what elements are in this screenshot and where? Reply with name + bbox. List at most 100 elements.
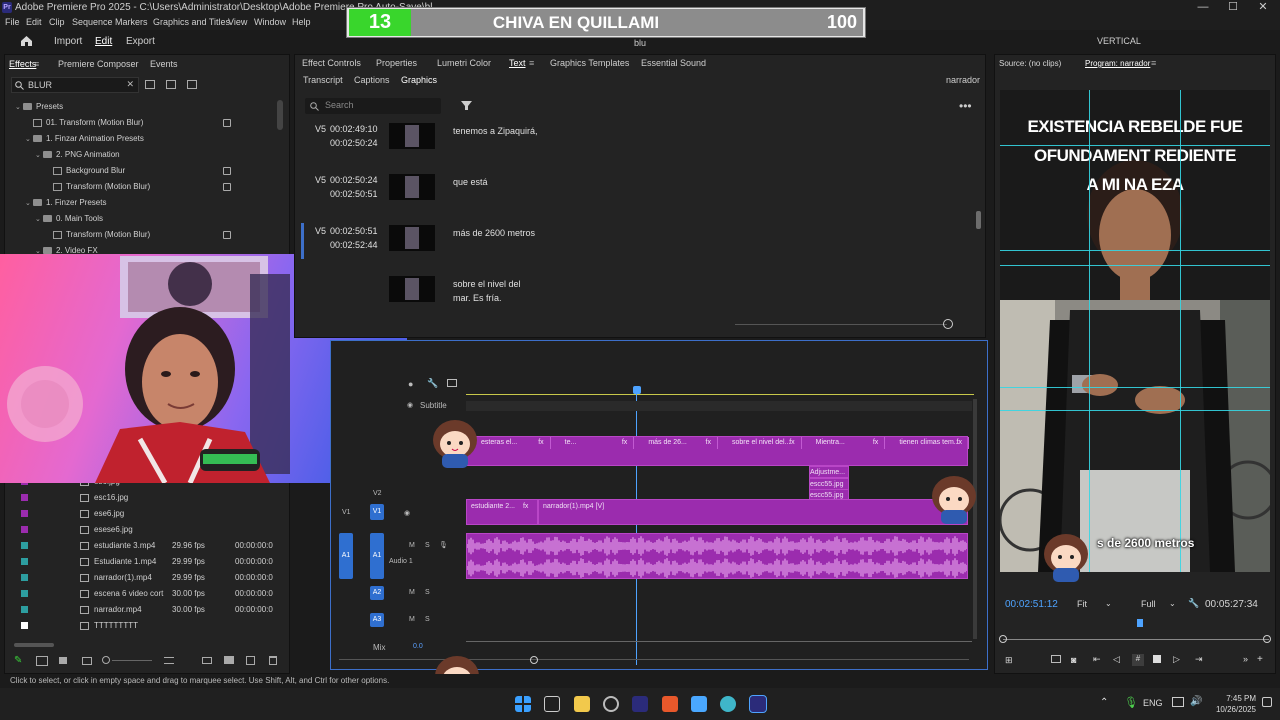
timeline-zoom-handle[interactable] xyxy=(530,656,538,664)
caption-out-time[interactable]: 00:02:50:51 xyxy=(330,189,378,199)
mute-a2-button[interactable]: M xyxy=(409,589,415,596)
layout-label[interactable]: VERTICAL xyxy=(1097,36,1141,46)
step-forward-icon[interactable]: ▷ xyxy=(1173,654,1180,665)
step-back-icon[interactable]: ◁ xyxy=(1113,654,1120,665)
wrench-icon[interactable]: 🔧 xyxy=(1188,598,1199,609)
32bit-effects-icon[interactable] xyxy=(166,80,176,89)
brave-browser-icon[interactable] xyxy=(662,696,678,712)
caption-row[interactable]: V5 00:02:50:51 00:02:52:44 más de 2600 metr… xyxy=(301,223,973,269)
menu-clip[interactable]: Clip xyxy=(49,17,65,27)
menu-markers[interactable]: Markers xyxy=(115,17,148,27)
fit-dropdown[interactable]: Fit xyxy=(1077,599,1087,609)
effects-tree-row[interactable]: Transform (Motion Blur) xyxy=(45,180,150,194)
caption-clip[interactable]: te... fx xyxy=(551,437,635,449)
caption-text[interactable]: sobre el nivel del mar. Es fría. xyxy=(453,277,521,305)
clear-search-icon[interactable]: ✕ xyxy=(126,79,134,90)
settings-icon[interactable]: ⊞ xyxy=(1005,655,1013,666)
minimize-button[interactable]: — xyxy=(1188,0,1218,16)
solo-a2-button[interactable]: S xyxy=(425,589,430,596)
guides-icon[interactable]: # xyxy=(1132,654,1144,666)
sort-icon[interactable] xyxy=(164,657,174,664)
label-color-swatch[interactable] xyxy=(21,526,28,533)
project-item-row[interactable]: TTTTTTTTT xyxy=(4,618,284,634)
notepad-icon[interactable] xyxy=(691,696,707,712)
task-view-icon[interactable] xyxy=(544,696,560,712)
v1-clip-estudiante[interactable]: estudiante 2... fx xyxy=(466,499,538,525)
project-item-row[interactable]: esese6.jpg xyxy=(4,522,284,538)
project-item-row[interactable]: ese6.jpg xyxy=(4,506,284,522)
chevron-up-icon[interactable]: ⌃ xyxy=(1100,697,1108,708)
eye-icon[interactable]: ◉ xyxy=(407,401,413,409)
caption-text[interactable]: que está xyxy=(453,175,488,189)
tab-essential-sound[interactable]: Essential Sound xyxy=(641,58,706,68)
tab-effect-controls[interactable]: Effect Controls xyxy=(302,58,361,68)
clock-time[interactable]: 7:45 PM xyxy=(1212,694,1256,703)
caption-clip-track[interactable]: esteras el... fx te... fx más de 26... fx sobr… xyxy=(466,436,969,466)
caption-search-field[interactable]: Search xyxy=(305,98,441,114)
caption-in-time[interactable]: 00:02:50:24 xyxy=(330,175,378,185)
clock-date[interactable]: 10/26/2025 xyxy=(1210,705,1256,714)
automate-icon[interactable] xyxy=(202,657,212,664)
tab-premiere-composer[interactable]: Premiere Composer xyxy=(58,59,139,69)
caption-in-time[interactable]: 00:02:50:51 xyxy=(330,226,378,236)
go-to-in-icon[interactable]: ⇤ xyxy=(1093,654,1101,665)
settings-app-icon[interactable] xyxy=(603,696,619,712)
add-button-icon[interactable]: + xyxy=(1257,654,1263,665)
monitor-scrubber[interactable] xyxy=(1003,639,1269,640)
windows-start-icon[interactable] xyxy=(515,696,531,712)
timeline-scroll-track[interactable] xyxy=(466,641,972,642)
caption-text[interactable]: más de 2600 metros xyxy=(453,226,535,240)
time-ruler[interactable] xyxy=(466,385,974,395)
effects-tree-row[interactable]: ⌄ 0. Main Tools xyxy=(35,212,103,226)
scrubber-start-handle[interactable] xyxy=(999,635,1007,643)
monitor-playhead[interactable] xyxy=(1137,619,1143,627)
label-color-swatch[interactable] xyxy=(21,494,28,501)
tab-text[interactable]: Text xyxy=(509,58,526,68)
captions-icon[interactable] xyxy=(447,379,457,387)
edge-browser-icon[interactable] xyxy=(720,696,736,712)
label-color-swatch[interactable] xyxy=(21,558,28,565)
guide-line[interactable] xyxy=(1000,387,1270,388)
more-options-icon[interactable]: ••• xyxy=(959,99,972,113)
effects-tree-row[interactable]: ⌄ Presets xyxy=(15,100,63,114)
safe-margins-icon[interactable] xyxy=(1051,655,1061,663)
panel-menu-icon[interactable]: ≡ xyxy=(529,58,534,68)
language-indicator[interactable]: ENG xyxy=(1143,698,1163,708)
microphone-icon[interactable]: 🎙 xyxy=(1124,696,1138,709)
menu-window[interactable]: Window xyxy=(254,17,286,27)
project-item-row[interactable]: narrador.mp4 30.00 fps 00:00:00:0 xyxy=(4,602,284,618)
snap-icon[interactable]: ● xyxy=(408,379,413,389)
mix-value[interactable]: 0.0 xyxy=(413,643,423,650)
trash-icon[interactable] xyxy=(269,656,277,665)
mute-a1-button[interactable]: M xyxy=(409,542,415,549)
quality-dropdown[interactable]: Full xyxy=(1141,599,1156,609)
playhead-line[interactable] xyxy=(636,393,637,665)
a3-target-button[interactable]: A3 xyxy=(370,613,384,627)
label-color-swatch[interactable] xyxy=(21,590,28,597)
icon-view-icon[interactable] xyxy=(59,657,67,664)
tab-lumetri-color[interactable]: Lumetri Color xyxy=(437,58,491,68)
chevron-down-icon[interactable]: ⌄ xyxy=(35,149,43,163)
subtab-transcript[interactable]: Transcript xyxy=(303,75,343,85)
guide-line[interactable] xyxy=(1000,410,1270,411)
chevron-down-icon[interactable]: ⌄ xyxy=(25,133,33,147)
chevron-down-icon[interactable]: ⌄ xyxy=(15,101,23,115)
a1-audio-clip[interactable] xyxy=(466,533,968,579)
a1-source-button[interactable]: A1 xyxy=(339,533,353,579)
effects-tree-row[interactable]: Transform (Motion Blur) xyxy=(45,228,150,242)
caption-clip[interactable]: sobre el nivel del... fx xyxy=(718,437,802,449)
scrubber-end-handle[interactable] xyxy=(1263,635,1271,643)
tab-graphics-templates[interactable]: Graphics Templates xyxy=(550,58,629,68)
program-monitor-tab[interactable]: Program: narrador xyxy=(1085,59,1150,68)
pencil-icon[interactable]: ✎ xyxy=(14,655,22,666)
caption-zoom-handle[interactable] xyxy=(943,319,953,329)
guide-line[interactable] xyxy=(1000,250,1270,251)
volume-icon[interactable]: 🔊 xyxy=(1190,696,1202,707)
playhead-timecode[interactable]: 00:02:51:12 xyxy=(1005,599,1058,610)
home-icon[interactable] xyxy=(20,35,33,47)
effects-scrollbar[interactable] xyxy=(277,100,283,130)
caption-row[interactable]: sobre el nivel del mar. Es fría. xyxy=(303,274,973,311)
a1-target-button[interactable]: A1 xyxy=(370,533,384,579)
caption-text[interactable]: tenemos a Zipaquirá, xyxy=(453,124,538,138)
new-item-icon[interactable] xyxy=(246,656,255,665)
